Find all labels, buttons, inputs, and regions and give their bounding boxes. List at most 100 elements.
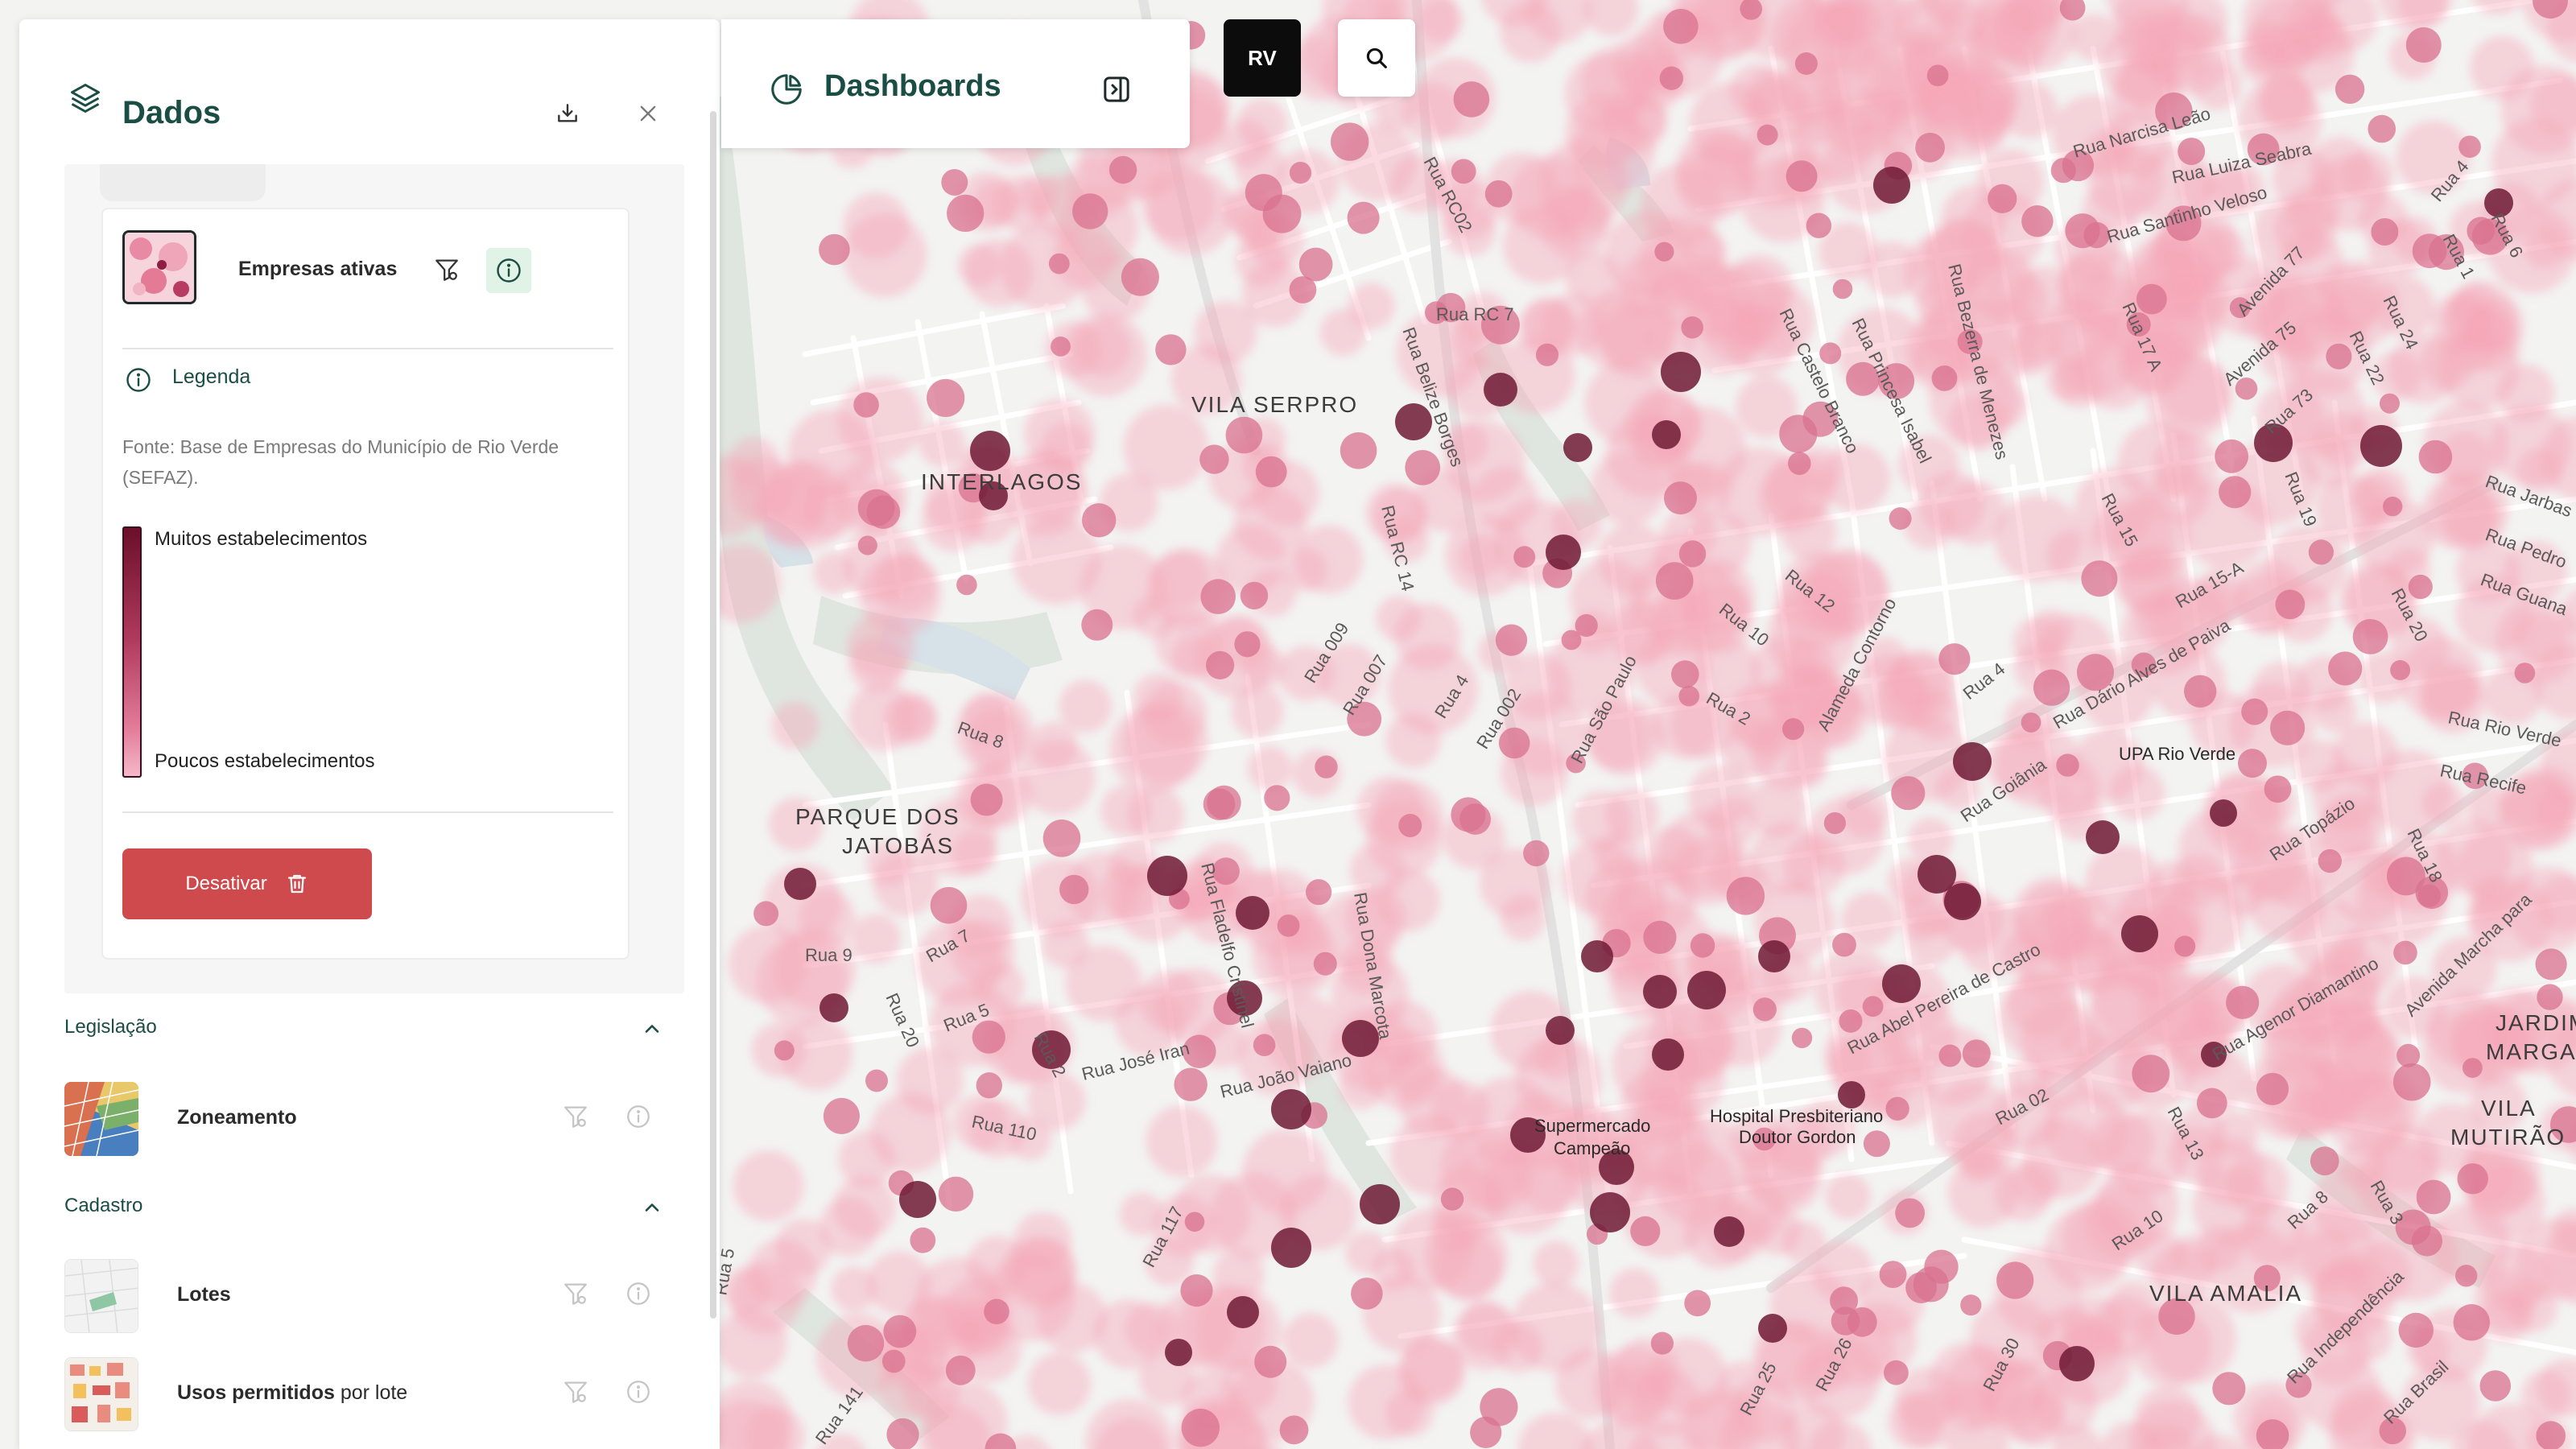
heat-spot [2390,660,2411,680]
heat-hotspot [1643,975,1677,1009]
layer-name-zoneamento[interactable]: Zoneamento [177,1106,297,1129]
poi-label: UPA Rio Verde [2119,744,2235,764]
heat-spot [1655,562,1694,600]
filter-icon[interactable] [427,250,467,290]
heat-spot [2270,710,2306,745]
chevron-up-icon[interactable] [641,1196,663,1219]
heat-blob [1018,174,1061,217]
heat-blob [2013,617,2065,668]
neighborhood-label: INTERLAGOS [921,469,1082,494]
heat-hotspot [1271,1228,1311,1268]
heat-blob [1452,1304,1519,1371]
heat-spot [1561,630,1582,650]
heat-spot [1234,631,1261,658]
layer-name-lotes[interactable]: Lotes [177,1283,231,1307]
street-label: Rua 9 [805,945,852,965]
heat-spot [976,1072,1003,1099]
heat-spot [1785,160,1818,192]
heat-blob [1194,301,1257,364]
heat-blob [1319,308,1367,356]
heat-blob [1919,471,1985,537]
heat-spot [2383,496,2403,517]
heat-blob [716,1307,787,1378]
heat-spot [1254,1345,1287,1378]
heat-blob [771,701,819,749]
heat-spot [1245,174,1282,212]
info-icon[interactable] [625,1103,652,1134]
heat-spot [1480,1388,1518,1426]
heat-spot [1832,932,1856,957]
layers-icon [64,77,106,119]
heat-spot [2056,753,2079,777]
heat-spot [2264,775,2292,803]
heat-blob [1888,1393,1944,1449]
heat-spot [1643,920,1677,954]
heat-spot [2256,1072,2289,1105]
panel-title: Dados [122,95,221,130]
layer-thumbnail [64,1082,138,1156]
section-title-cadastro[interactable]: Cadastro [64,1195,142,1217]
heat-blob [1146,1105,1218,1178]
neighborhood-label: VILA AMALIA [2149,1281,2302,1306]
info-icon[interactable] [625,1378,652,1410]
filter-icon[interactable] [562,1280,589,1311]
heat-spot [930,886,968,924]
dashboards-title: Dashboards [824,69,1001,103]
layer-name-usos-permitidos[interactable]: Usos permitidos por lote [177,1381,407,1405]
heat-blob [2058,256,2114,312]
heat-blob [774,1219,832,1276]
layer-thumbnail [64,1357,138,1431]
heat-blob [1521,297,1575,350]
poi-label: Hospital Presbiteriano [1710,1106,1883,1126]
heat-spot [1042,819,1081,857]
heat-spot [819,233,850,266]
info-icon[interactable] [486,248,531,293]
heat-spot [2196,1088,2227,1119]
heat-blob [837,377,923,463]
heat-spot [1664,481,1697,515]
card-divider [122,811,613,813]
neighborhood-label: VILA [2481,1096,2537,1121]
close-icon[interactable] [628,93,668,134]
heat-spot [2479,1370,2512,1402]
neighborhood-label: JARDIM [2496,1010,2576,1035]
info-icon[interactable] [625,1280,652,1311]
heat-blob [2287,184,2341,237]
heat-blob [1127,786,1184,844]
heat-blob [1282,1312,1339,1368]
heat-spot [1891,776,1926,811]
chevron-up-icon[interactable] [641,1018,663,1040]
active-layer-name: Empresas ativas [238,258,398,280]
heat-spot [2514,663,2536,683]
heat-blob [2012,1158,2060,1206]
section-title-legislacao[interactable]: Legislação [64,1016,157,1038]
filter-icon[interactable] [562,1103,589,1134]
city-selector-button[interactable]: RV [1224,19,1301,97]
heat-spot [2405,27,2442,63]
heat-spot [774,1040,795,1061]
heat-spot [938,1176,974,1212]
heat-spot [1752,997,1777,1022]
deactivate-button[interactable]: Desativar [122,848,372,919]
dashboards-panel[interactable]: Dashboards [721,19,1190,148]
heat-spot [1405,450,1441,485]
heat-spot [1830,1286,1859,1315]
panel-collapse-icon[interactable] [1096,69,1137,109]
heat-spot [2174,935,2196,957]
layer-thumbnail [64,1259,138,1333]
heat-blob [1231,685,1284,738]
filter-icon[interactable] [562,1378,589,1410]
download-icon[interactable] [547,93,588,134]
heat-hotspot [1661,352,1701,392]
heat-spot [1451,159,1476,184]
heat-blob [2149,861,2198,909]
poi-label: Campeão [1554,1138,1630,1158]
heat-spot [2328,651,2363,686]
previous-card-stub [100,164,266,201]
heat-spot [1794,52,1818,75]
heat-blob [2534,789,2576,832]
search-button[interactable] [1338,19,1415,97]
heat-blob [1147,168,1235,256]
heat-spot [1331,122,1369,161]
panel-scrollbar[interactable] [710,111,716,1319]
